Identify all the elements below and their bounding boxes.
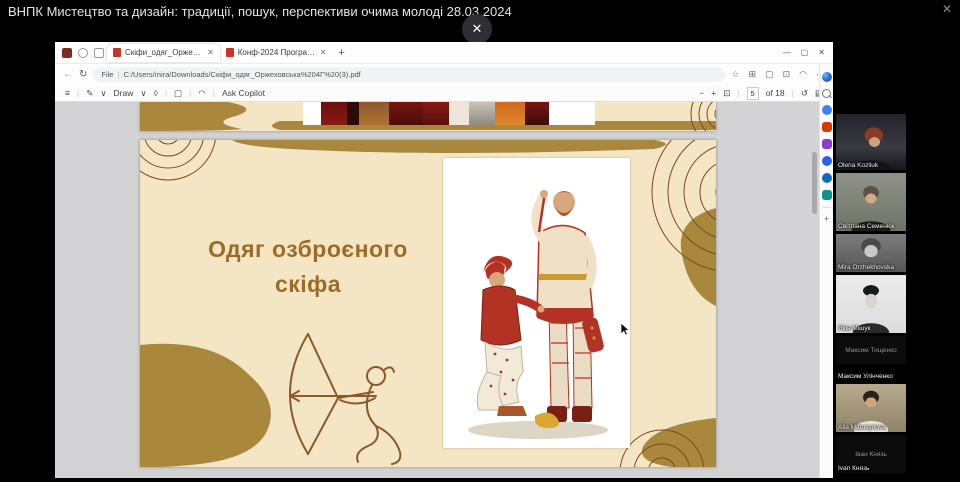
participant-name-label: Alla Matusynova (838, 424, 886, 431)
corner-close-icon[interactable]: ✕ (942, 2, 952, 16)
participant-tile[interactable]: Яків Мішук (836, 275, 906, 333)
collections-icon[interactable]: ▢ (765, 69, 774, 80)
pdf-toolbar: ≡ | ✎ ∨ Draw ∨ ◊ | ▢ | ◠ | Ask Copilot −… (55, 85, 833, 102)
sidebar-drop-icon[interactable] (822, 190, 832, 200)
browser-essentials-icon[interactable]: ⊡ (783, 69, 791, 80)
window-close-icon[interactable]: ✕ (818, 48, 825, 57)
participant-name-label: Olena Kozliuk (838, 162, 878, 169)
tab-program-pdf[interactable]: Конф-2024 Програма.pdf ✕ (220, 44, 333, 62)
toc-menu-icon[interactable]: ≡ (65, 88, 70, 98)
sidebar-office-icon[interactable] (822, 122, 832, 132)
favorites-star-icon[interactable]: ☆ (731, 69, 739, 80)
sidebar-tools-icon[interactable] (822, 105, 832, 115)
refresh-icon[interactable]: ↻ (79, 69, 87, 80)
page-count-label: of 18 (766, 88, 785, 98)
archer-line-drawing (278, 326, 460, 466)
participant-name-label: Яків Мішук (838, 325, 870, 332)
toolbar-separator: | (77, 88, 79, 98)
tab-label: Конф-2024 Програма.pdf (238, 48, 316, 57)
mouse-cursor (620, 322, 630, 336)
scythian-warriors-illustration (443, 158, 630, 448)
pdf-page-previous (140, 102, 716, 131)
address-url: C:/Users/mira/Downloads/Скіфи_одяг_Оржех… (123, 70, 360, 79)
slide-title: Одяг озброєного скіфа (158, 232, 458, 301)
toolbar-separator: | (189, 88, 191, 98)
toolbar-separator: | (165, 88, 167, 98)
highlight-pen-icon[interactable]: ✎ (86, 88, 93, 99)
participant-name-label: Світлана Семенюк (838, 223, 895, 230)
sidebar-search-icon[interactable] (822, 89, 831, 98)
sidebar-teams-icon[interactable] (822, 139, 832, 149)
sidebar-divider (822, 207, 831, 208)
participant-tile[interactable]: Максим Улінченко (836, 367, 906, 381)
participant-name-label: Ivan Князь (838, 465, 869, 472)
participant-tile[interactable]: Alla Matusynova (836, 384, 906, 432)
tab-close-icon[interactable]: ✕ (207, 48, 214, 57)
slide-title-line1: Одяг озброєного (158, 232, 458, 267)
sidebar-add-icon[interactable]: + (824, 215, 829, 224)
tab-label: Скіфи_одяг_Оржеховська 4Г.2... (125, 48, 203, 57)
participants-panel: Olena Kozliuk Світлана Семенюк Mira Orzh… (836, 114, 906, 476)
fit-page-icon[interactable]: ⊡ (723, 88, 730, 99)
address-bar-actions: ☆ ⊞ ▢ ⊡ ◠ ⋯ (731, 69, 825, 80)
overlay-close-button[interactable]: ✕ (462, 14, 492, 44)
video-title: ВНПК Мистецтво та дизайн: традиції, пошу… (8, 4, 512, 19)
participant-name-centered: Максим Тищенко (836, 336, 906, 364)
page-number-input[interactable]: 5 (747, 87, 759, 100)
address-divider: | (117, 70, 119, 79)
sidebar-outlook-icon[interactable] (822, 173, 832, 183)
pdf-page-current: Одяг озброєного скіфа (140, 140, 716, 467)
costume-photo-strip (303, 102, 595, 125)
maximize-icon[interactable]: ▢ (801, 48, 809, 57)
tab-close-icon[interactable]: ✕ (320, 48, 327, 57)
video-frame: ВНПК Мистецтво та дизайн: традиції, пошу… (0, 0, 960, 482)
edge-sidebar: + (819, 64, 833, 478)
tab-search-icon[interactable] (78, 48, 88, 58)
vertical-tabs-icon[interactable] (94, 48, 104, 58)
toolbar-separator: | (737, 88, 739, 98)
draw-button[interactable]: Draw (114, 88, 134, 98)
pdf-zoom-controls: − + ⊡ | 5 of 18 | ↺ ▤ (699, 87, 823, 100)
sidebar-games-icon[interactable] (822, 156, 832, 166)
zoom-in-icon[interactable]: + (711, 88, 716, 98)
toolbar-separator: | (792, 88, 794, 98)
pdf-file-icon (226, 48, 234, 57)
window-controls: — ▢ ✕ (783, 48, 833, 57)
tab-scythian-pdf[interactable]: Скіфи_одяг_Оржеховська 4Г.2... ✕ (107, 44, 220, 62)
pdf-file-icon (113, 48, 121, 57)
minimize-icon[interactable]: — (783, 48, 791, 57)
participant-tile[interactable]: Світлана Семенюк (836, 173, 906, 231)
profile-avatar-icon[interactable]: ◠ (799, 69, 807, 80)
participant-name-label: Mira Orzhekhovska (838, 264, 894, 271)
browser-window: Скіфи_одяг_Оржеховська 4Г.2... ✕ Конф-20… (55, 42, 833, 478)
back-icon[interactable]: ← (63, 69, 73, 80)
eraser-icon[interactable]: ◊ (154, 88, 158, 98)
address-field[interactable]: File | C:/Users/mira/Downloads/Скіфи_одя… (93, 67, 725, 82)
toolbar-separator: | (213, 88, 215, 98)
participant-tile[interactable]: Максим Тищенко (836, 336, 906, 364)
page-view-icon[interactable]: ▢ (174, 88, 182, 99)
ask-copilot-button[interactable]: Ask Copilot (222, 88, 265, 98)
read-aloud-icon[interactable]: ◠ (198, 88, 205, 99)
file-scheme-label: File (101, 70, 113, 79)
slide-title-line2: скіфа (158, 267, 458, 302)
address-bar: ← ↻ File | C:/Users/mira/Downloads/Скіфи… (55, 64, 833, 85)
zoom-out-icon[interactable]: − (699, 88, 704, 98)
participant-tile[interactable]: Mira Orzhekhovska (836, 234, 906, 272)
tab-strip: Скіфи_одяг_Оржеховська 4Г.2... ✕ Конф-20… (55, 42, 833, 64)
chevron-down-icon[interactable]: ∨ (140, 88, 146, 99)
pdf-viewer[interactable]: Одяг озброєного скіфа (55, 102, 819, 478)
copilot-icon[interactable] (822, 72, 832, 82)
participant-tile[interactable]: Olena Kozliuk (836, 114, 906, 170)
participant-tile[interactable]: Іван Князь Ivan Князь (836, 435, 906, 473)
participant-name-label: Максим Улінченко (838, 373, 893, 380)
workspaces-icon[interactable] (62, 48, 72, 58)
split-screen-icon[interactable]: ⊞ (749, 69, 757, 80)
close-icon: ✕ (472, 21, 483, 37)
chevron-down-icon[interactable]: ∨ (100, 88, 106, 99)
new-tab-button[interactable]: + (338, 47, 344, 59)
pdf-scrollbar[interactable] (812, 152, 817, 214)
rotate-icon[interactable]: ↺ (801, 88, 808, 99)
